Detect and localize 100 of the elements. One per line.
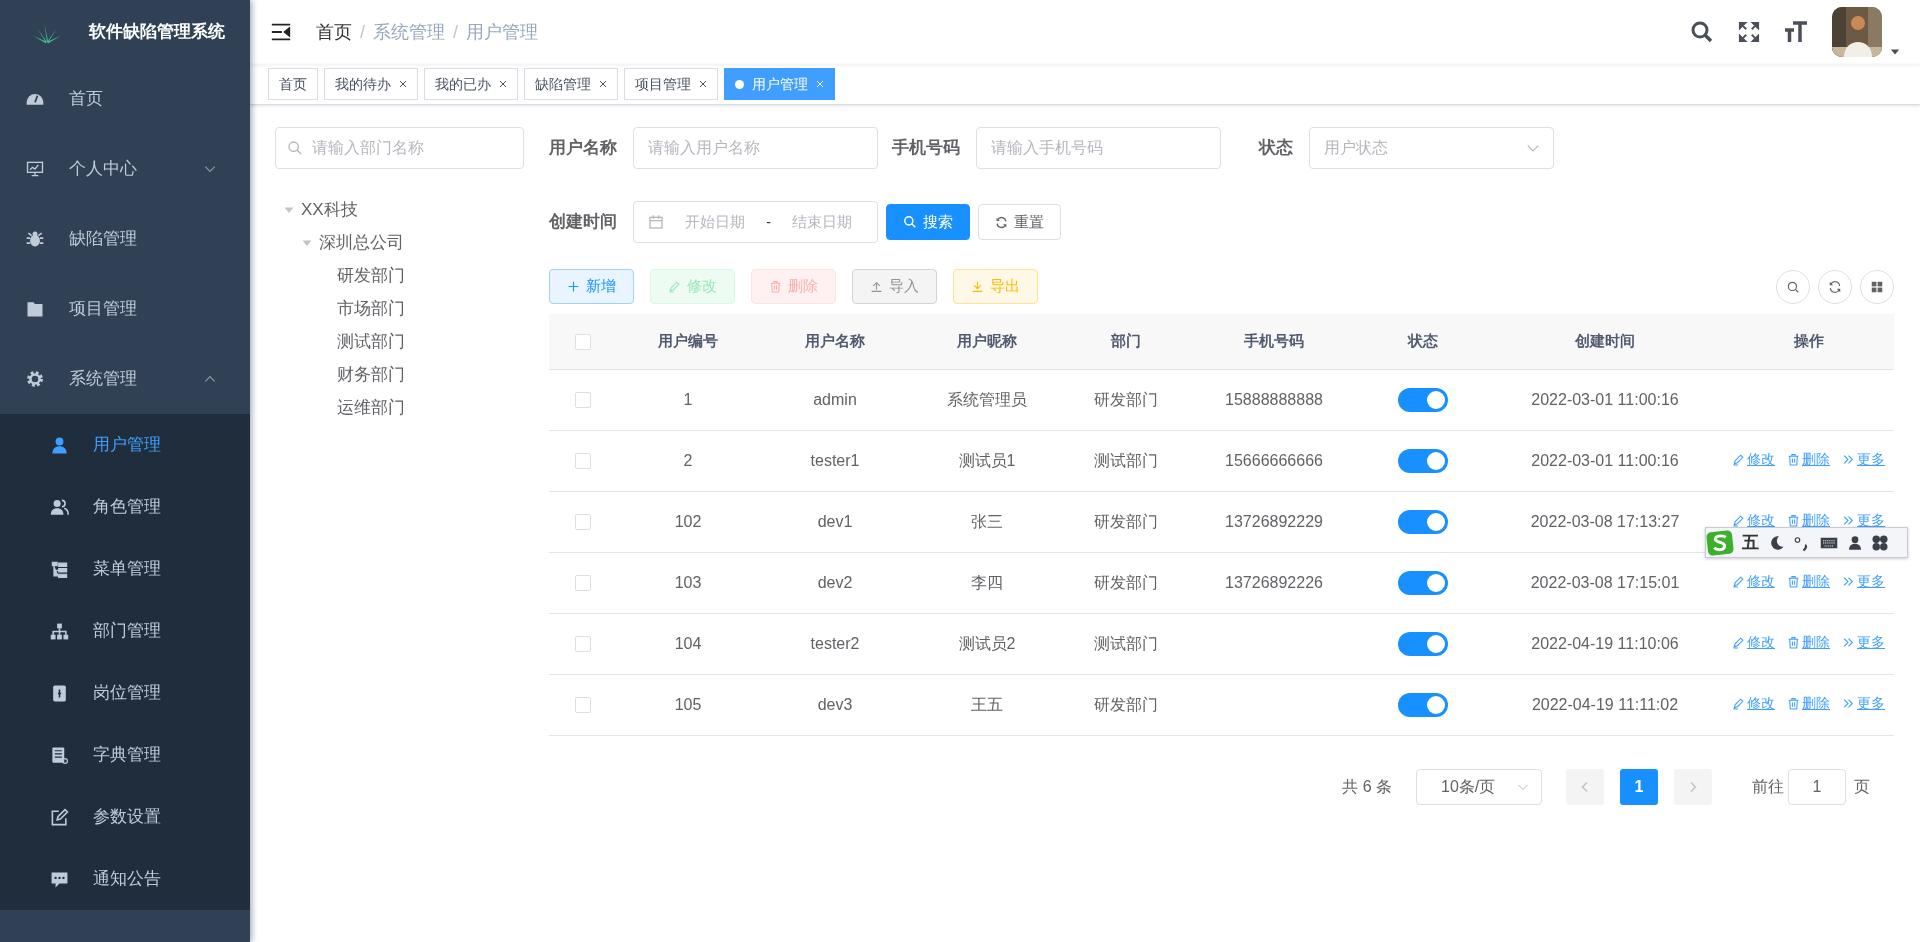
menu-item[interactable]: 缺陷管理 xyxy=(0,204,250,274)
fullscreen-icon[interactable] xyxy=(1738,21,1760,43)
tab[interactable]: 我的待办 xyxy=(324,68,418,100)
checkbox[interactable] xyxy=(575,514,591,531)
tab[interactable]: 我的已办 xyxy=(424,68,518,100)
close-icon[interactable] xyxy=(599,80,607,88)
breadcrumb-separator: / xyxy=(360,20,365,44)
upload-icon xyxy=(870,280,883,293)
checkbox[interactable] xyxy=(575,575,591,592)
search-field[interactable]: 请输入部门名称 xyxy=(275,127,524,169)
table-cell: 2 xyxy=(683,451,693,469)
search-button[interactable]: 搜索 xyxy=(886,204,970,240)
breadcrumb-item: 用户管理 xyxy=(466,20,539,44)
tool-button[interactable] xyxy=(1860,269,1894,304)
page-size-dropdown[interactable]: 10条/页 xyxy=(1416,768,1542,805)
table-cell: 张三 xyxy=(971,512,1003,530)
tool-button[interactable] xyxy=(1776,269,1810,304)
table-cell: 15666666666 xyxy=(1225,451,1323,469)
gear-icon xyxy=(25,369,45,389)
refresh-icon xyxy=(995,215,1008,229)
tree-list-icon xyxy=(50,559,69,579)
menu-item[interactable]: 系统管理 xyxy=(0,344,250,414)
submenu-item[interactable]: 角色管理 xyxy=(0,476,250,538)
user-icon[interactable] xyxy=(1847,533,1863,552)
checkbox[interactable] xyxy=(575,697,591,714)
submenu-item[interactable]: 岗位管理 xyxy=(0,662,250,724)
field-label: 状态 xyxy=(1259,137,1293,160)
pencil-icon xyxy=(1732,574,1745,588)
menu-item[interactable]: 项目管理 xyxy=(0,274,250,344)
tree-node[interactable]: XX科技 xyxy=(301,196,358,223)
toggle-switch[interactable] xyxy=(1398,509,1448,534)
submenu-item[interactable]: 部门管理 xyxy=(0,600,250,662)
tree-node[interactable]: 运维部门 xyxy=(337,394,405,421)
calendar-icon xyxy=(648,214,664,230)
tab[interactable]: 项目管理 xyxy=(624,68,718,100)
tab[interactable]: 首页 xyxy=(268,68,318,100)
tree-node[interactable]: 研发部门 xyxy=(337,262,405,289)
double-chevron-icon xyxy=(1842,635,1855,649)
submenu-item[interactable]: 字典管理 xyxy=(0,724,250,786)
total-count: 共 6 条 xyxy=(1342,776,1392,797)
tree-node[interactable]: 财务部门 xyxy=(337,361,405,388)
close-icon[interactable] xyxy=(699,80,707,88)
toggle-switch[interactable] xyxy=(1398,570,1448,595)
monitor-icon xyxy=(25,159,45,179)
submenu-item[interactable]: 用户管理 xyxy=(0,414,250,476)
tab[interactable]: 缺陷管理 xyxy=(524,68,618,100)
tool-button[interactable] xyxy=(1818,269,1852,304)
table-cell: 王五 xyxy=(971,695,1003,713)
column-header: 用户编号 xyxy=(617,314,759,369)
dropdown[interactable]: 用户状态 xyxy=(1309,127,1554,169)
reset-button[interactable]: 重置 xyxy=(978,204,1061,240)
input-field[interactable]: 请输入用户名称 xyxy=(633,127,878,169)
table-cell: 研发部门 xyxy=(1094,695,1158,713)
table-cell: 102 xyxy=(674,512,702,530)
users-icon xyxy=(50,497,69,517)
search-icon[interactable] xyxy=(1690,20,1714,44)
input-field[interactable]: 请输入手机号码 xyxy=(976,127,1221,169)
tree-node[interactable]: 市场部门 xyxy=(337,295,405,322)
menu-icon[interactable] xyxy=(270,21,292,43)
column-header: 创建时间 xyxy=(1487,314,1723,369)
close-icon[interactable] xyxy=(399,80,407,88)
toggle-switch[interactable] xyxy=(1398,692,1448,717)
trash-icon xyxy=(769,280,782,293)
menu-item[interactable]: 个人中心 xyxy=(0,134,250,204)
table-cell: 13726892229 xyxy=(1225,512,1323,530)
toggle-switch[interactable] xyxy=(1398,387,1448,412)
breadcrumb-item[interactable]: 首页 xyxy=(316,18,352,46)
page-input[interactable]: 1 xyxy=(1788,768,1846,805)
table-cell: 1 xyxy=(683,390,693,408)
font-size-icon[interactable] xyxy=(1784,20,1808,44)
org-chart-icon xyxy=(50,621,69,641)
checkbox[interactable] xyxy=(575,334,591,351)
column-header: 用户名称 xyxy=(759,314,911,369)
submenu-item[interactable]: 菜单管理 xyxy=(0,538,250,600)
tree-node[interactable]: 深圳总公司 xyxy=(319,229,404,256)
refresh-icon xyxy=(1828,279,1842,294)
close-icon[interactable] xyxy=(499,80,507,88)
table-cell: 2022-03-01 11:00:16 xyxy=(1531,451,1679,469)
table-cell: 15888888888 xyxy=(1225,390,1323,408)
toggle-switch[interactable] xyxy=(1398,631,1448,656)
caret-down-icon[interactable] xyxy=(1890,47,1900,57)
double-chevron-icon xyxy=(1842,513,1855,527)
checkbox[interactable] xyxy=(575,392,591,409)
submenu-item[interactable]: 通知公告 xyxy=(0,848,250,910)
range-separator: - xyxy=(766,212,771,232)
toggle-switch[interactable] xyxy=(1398,448,1448,473)
submenu-item[interactable]: 参数设置 xyxy=(0,786,250,848)
checkbox[interactable] xyxy=(575,636,591,653)
page-button[interactable]: 1 xyxy=(1620,768,1658,805)
field-label: 手机号码 xyxy=(892,137,960,160)
tree-node[interactable]: 测试部门 xyxy=(337,328,405,355)
trash-icon xyxy=(1787,635,1800,649)
trash-icon xyxy=(1787,574,1800,588)
bug-icon xyxy=(25,229,45,249)
menu-item[interactable]: 首页 xyxy=(0,64,250,134)
input-mode-label[interactable]: 五 xyxy=(1742,529,1759,556)
checkbox[interactable] xyxy=(575,453,591,470)
table-cell: 103 xyxy=(674,573,702,591)
clover-icon[interactable] xyxy=(1871,533,1889,552)
double-chevron-icon xyxy=(1842,574,1855,588)
